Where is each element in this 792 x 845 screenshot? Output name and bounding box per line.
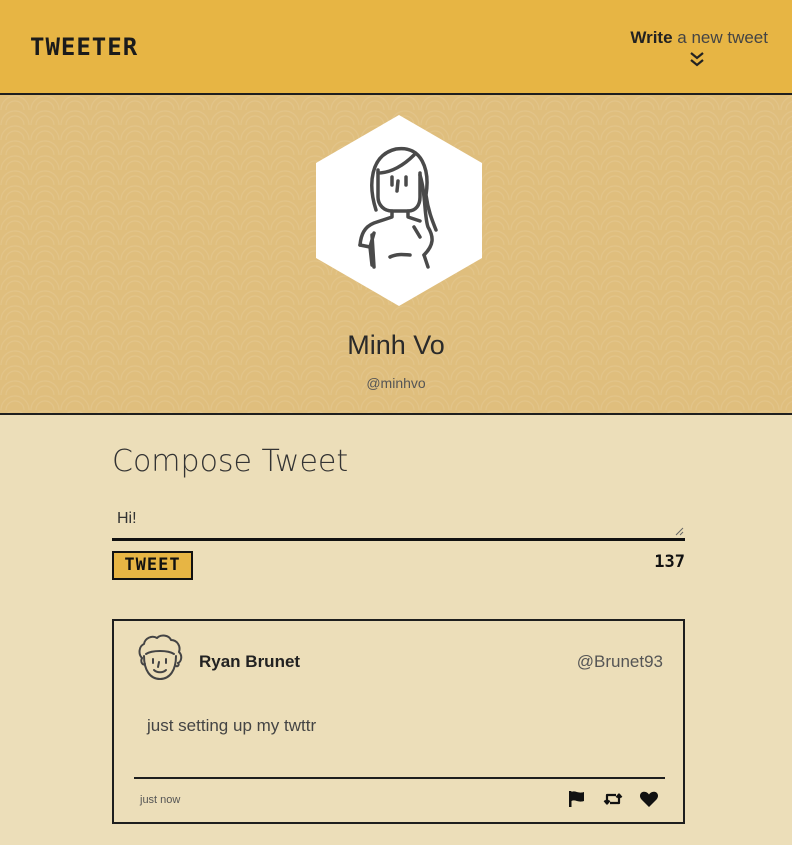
profile-handle: @minhvo bbox=[366, 375, 426, 391]
curly-hair-avatar-icon bbox=[138, 634, 183, 680]
flag-icon[interactable] bbox=[567, 789, 587, 809]
tweet-timestamp: just now bbox=[140, 794, 181, 806]
retweet-icon[interactable] bbox=[603, 789, 623, 809]
heart-icon[interactable] bbox=[639, 789, 659, 809]
tweet-actions bbox=[567, 789, 659, 809]
write-label-bold: Write bbox=[630, 28, 673, 47]
top-nav: TWEETER Write a new tweet bbox=[0, 0, 792, 95]
tweet-card: Ryan Brunet @Brunet93 just setting up my… bbox=[112, 619, 685, 824]
double-chevron-down-icon[interactable] bbox=[688, 50, 706, 68]
brand-logo[interactable]: TWEETER bbox=[30, 33, 138, 61]
tweet-divider bbox=[134, 777, 665, 779]
tweet-submit-button[interactable]: TWEET bbox=[112, 551, 193, 580]
woman-avatar-icon bbox=[316, 115, 482, 306]
tweet-author-handle[interactable]: @Brunet93 bbox=[577, 652, 663, 672]
profile-name: Minh Vo bbox=[347, 330, 445, 360]
write-label-rest: a new tweet bbox=[672, 28, 768, 47]
tweet-text: just setting up my twttr bbox=[147, 716, 317, 735]
resize-grip-icon[interactable] bbox=[675, 527, 684, 536]
tweet-textarea[interactable] bbox=[112, 506, 685, 541]
character-counter: 137 bbox=[654, 552, 685, 572]
tweet-author-name[interactable]: Ryan Brunet bbox=[199, 652, 300, 672]
write-new-tweet-link[interactable]: Write a new tweet bbox=[630, 28, 768, 48]
compose-title: Compose Tweet bbox=[112, 444, 349, 479]
profile-banner: Minh Vo @minhvo bbox=[0, 95, 792, 415]
